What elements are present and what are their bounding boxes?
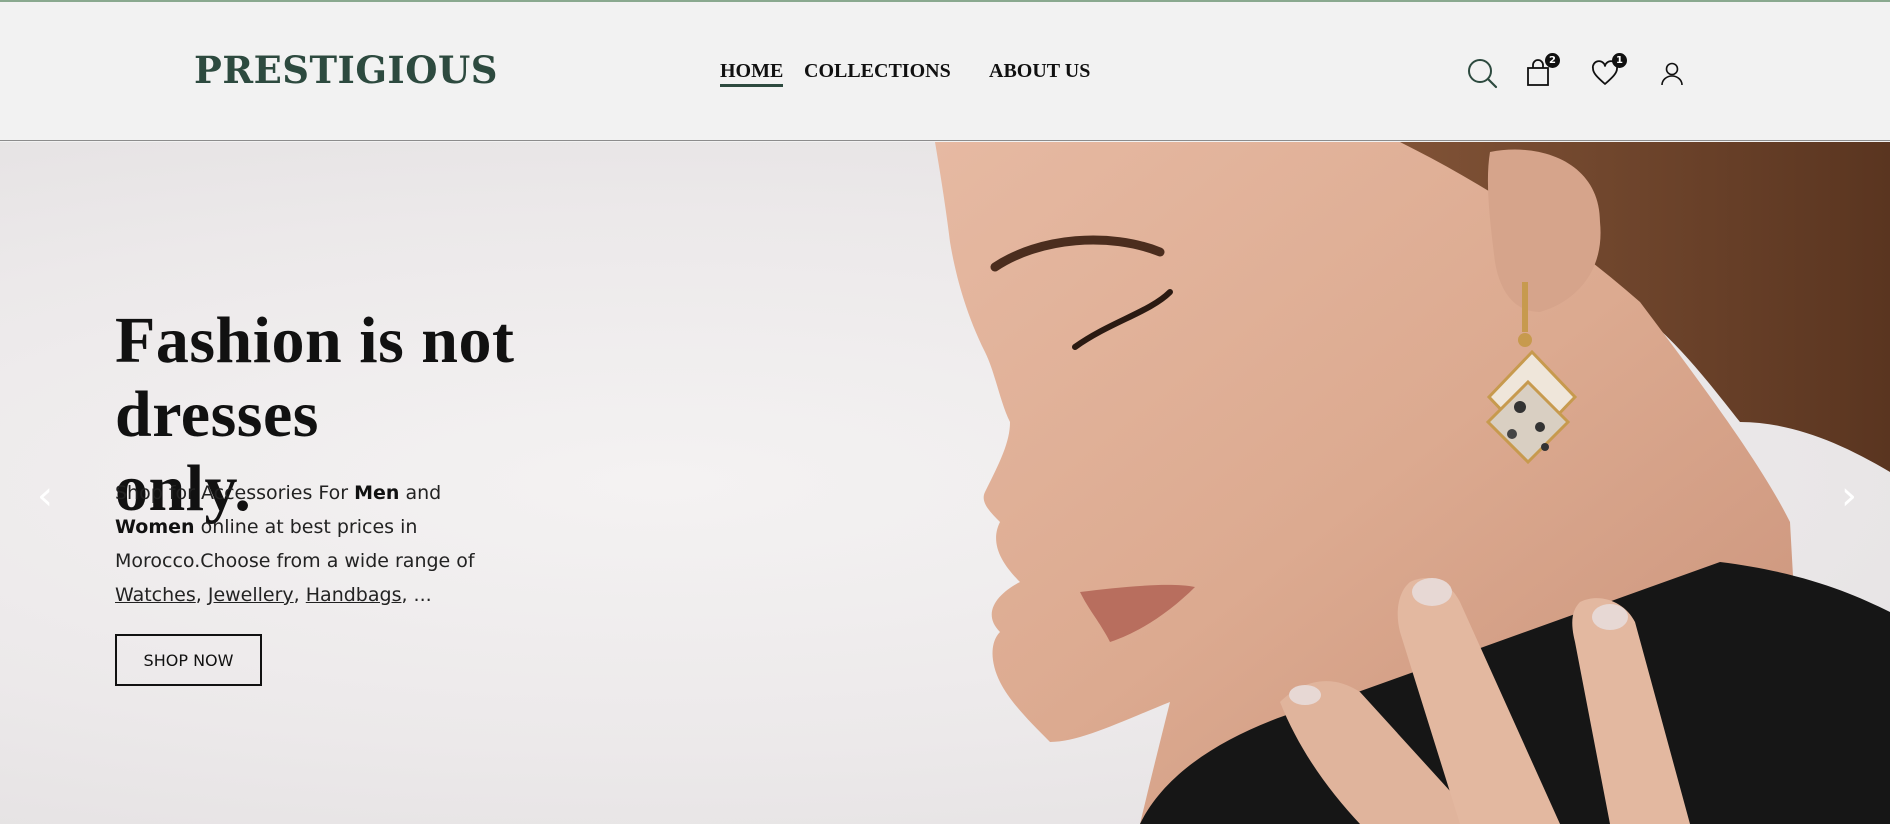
carousel-next-arrow-icon[interactable]: › (1834, 476, 1864, 516)
wishlist-count-badge: 1 (1612, 53, 1627, 68)
desc-men: Men (354, 482, 400, 504)
nav-home[interactable]: HOME (720, 60, 784, 87)
link-jewellery[interactable]: Jewellery (208, 584, 294, 606)
brand-logo[interactable]: PRESTIGIOUS (194, 48, 498, 92)
hero-banner: Fashion is not dresses only. Shop for Ac… (0, 142, 1890, 824)
desc-text-1: Shop for Accessories For (115, 482, 355, 504)
link-watches[interactable]: Watches (115, 584, 196, 606)
hero-description: Shop for Accessories For Men and Women o… (115, 476, 515, 612)
desc-women: Women (115, 516, 195, 538)
nav-about-us[interactable]: ABOUT US (989, 60, 1090, 83)
nav-collections[interactable]: COLLECTIONS (804, 60, 951, 83)
carousel-prev-arrow-icon[interactable]: ‹ (30, 476, 60, 516)
desc-sep-1: , (195, 584, 208, 606)
cart-count-badge: 2 (1545, 53, 1560, 68)
hero-headline-line1: Fashion is not dresses (115, 304, 515, 451)
account-button[interactable] (1654, 55, 1690, 91)
user-icon (1661, 62, 1683, 86)
link-handbags[interactable]: Handbags (306, 584, 402, 606)
wishlist-button[interactable]: 1 (1587, 53, 1627, 91)
desc-text-2: and (399, 482, 442, 504)
desc-sep-2: , (293, 584, 306, 606)
site-header: PRESTIGIOUS HOME COLLECTIONS ABOUT US 2 … (0, 2, 1890, 141)
search-button[interactable] (1464, 55, 1500, 91)
search-icon (1468, 59, 1498, 89)
cart-button[interactable]: 2 (1520, 53, 1560, 91)
shop-now-button[interactable]: SHOP NOW (115, 634, 262, 686)
desc-text-4: , ... (401, 584, 432, 606)
